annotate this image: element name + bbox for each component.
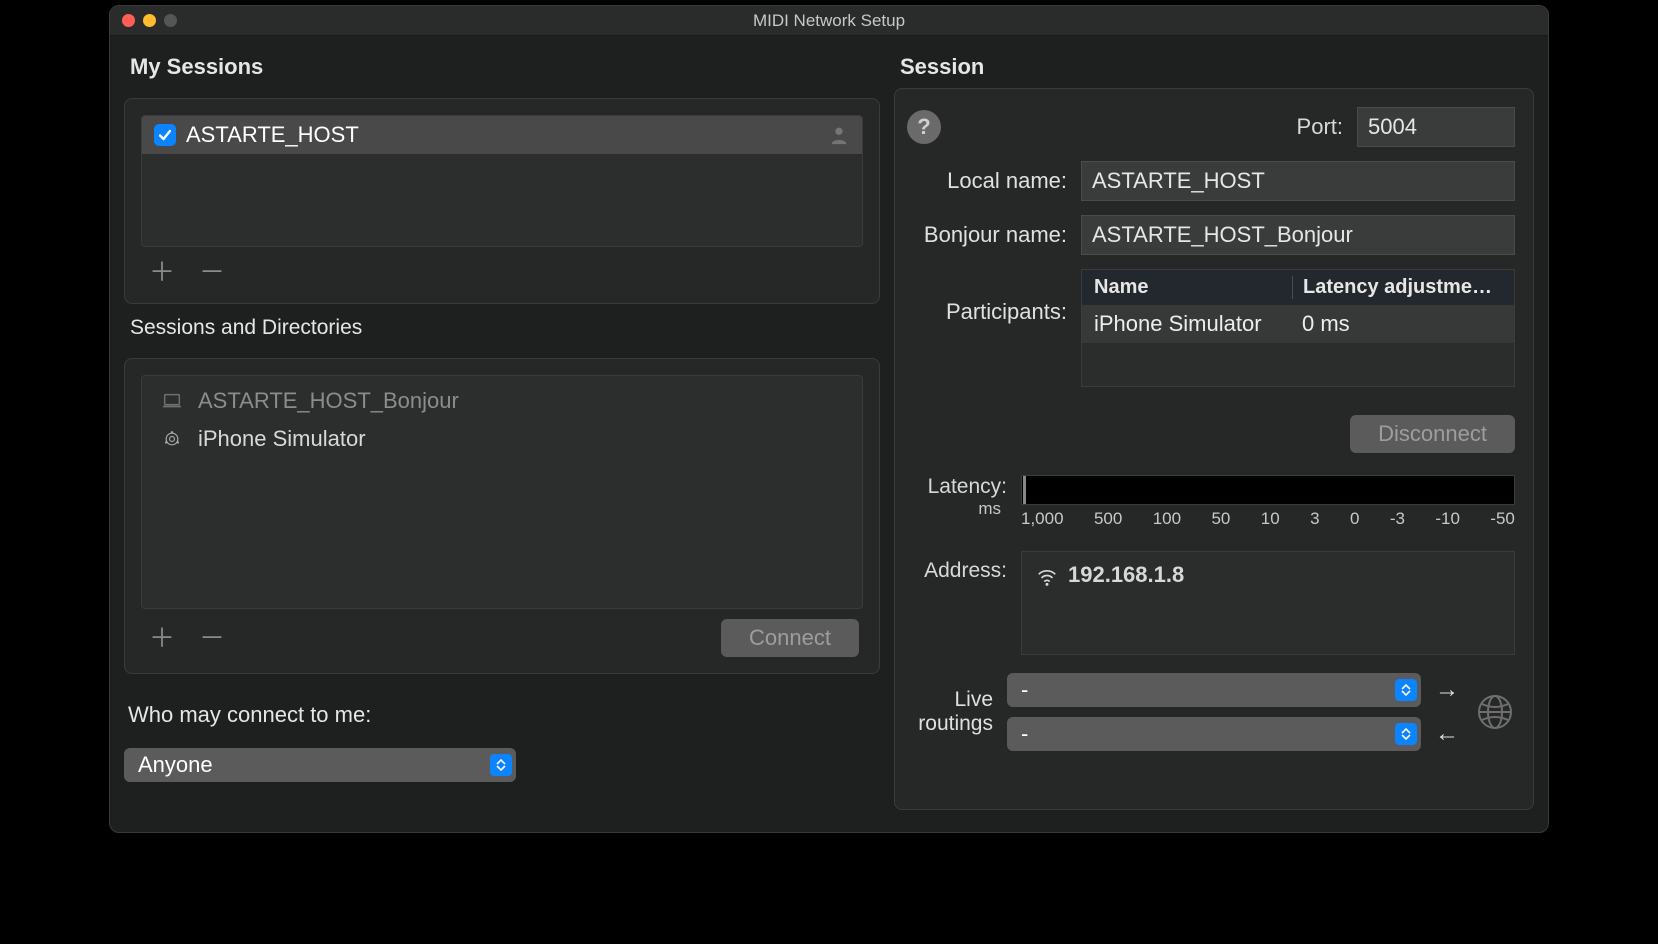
directory-name: ASTARTE_HOST_Bonjour — [198, 388, 459, 414]
participants-table: Name Latency adjustme… iPhone Simulator … — [1081, 269, 1515, 387]
participant-latency: 0 ms — [1292, 311, 1502, 337]
add-directory-button[interactable]: ＋ — [149, 625, 175, 651]
live-routings-label2: routings — [907, 712, 993, 736]
local-name-label: Local name: — [907, 168, 1067, 194]
port-input[interactable] — [1357, 107, 1515, 147]
titlebar: MIDI Network Setup — [110, 6, 1548, 36]
participant-row[interactable]: iPhone Simulator 0 ms — [1082, 305, 1514, 343]
address-label: Address: — [907, 551, 1007, 583]
bonjour-name-input[interactable] — [1081, 215, 1515, 255]
who-may-connect-select[interactable]: Anyone — [124, 748, 516, 782]
address-box: 192.168.1.8 — [1021, 551, 1515, 655]
live-routing-in-select[interactable]: - — [1007, 717, 1421, 751]
disconnect-button[interactable]: Disconnect — [1350, 415, 1515, 453]
latency-label: Latency: — [907, 475, 1007, 499]
participant-name: iPhone Simulator — [1094, 311, 1292, 337]
session-heading: Session — [894, 46, 1534, 88]
select-caret-icon — [1395, 679, 1417, 701]
zoom-window-button[interactable] — [164, 14, 177, 27]
sessions-list[interactable]: ASTARTE_HOST — [141, 115, 863, 247]
who-may-connect-value: Anyone — [138, 752, 213, 778]
participants-label: Participants: — [907, 269, 1067, 325]
wifi-icon — [1036, 566, 1058, 588]
select-caret-icon — [490, 754, 512, 776]
remove-directory-button[interactable]: － — [199, 625, 225, 651]
close-window-button[interactable] — [122, 14, 135, 27]
my-sessions-group: ASTARTE_HOST ＋ － — [124, 98, 880, 304]
directory-row[interactable]: iPhone Simulator — [142, 420, 862, 458]
session-enabled-checkbox[interactable] — [154, 124, 176, 146]
remove-session-button[interactable]: － — [199, 259, 225, 285]
bonjour-icon — [160, 429, 184, 449]
directory-name: iPhone Simulator — [198, 426, 366, 452]
directories-heading: Sessions and Directories — [124, 314, 880, 348]
person-icon — [828, 124, 850, 146]
directories-group: ASTARTE_HOST_Bonjour iPhone Simulator ＋ … — [124, 358, 880, 674]
help-button[interactable]: ? — [907, 110, 941, 144]
minimize-window-button[interactable] — [143, 14, 156, 27]
window-title: MIDI Network Setup — [110, 11, 1548, 31]
local-name-input[interactable] — [1081, 161, 1515, 201]
latency-slider[interactable] — [1021, 475, 1515, 505]
participants-name-header[interactable]: Name — [1094, 276, 1292, 299]
add-session-button[interactable]: ＋ — [149, 259, 175, 285]
laptop-icon — [160, 390, 184, 412]
globe-icon — [1475, 692, 1515, 732]
select-caret-icon — [1395, 723, 1417, 745]
participants-latency-header[interactable]: Latency adjustme… — [1292, 276, 1502, 299]
session-name: ASTARTE_HOST — [186, 122, 359, 148]
directories-list[interactable]: ASTARTE_HOST_Bonjour iPhone Simulator — [141, 375, 863, 609]
live-routings-label1: Live — [907, 688, 993, 712]
bonjour-name-label: Bonjour name: — [907, 222, 1067, 248]
arrow-left-icon: ← — [1433, 720, 1461, 748]
arrow-right-icon: → — [1433, 676, 1461, 704]
address-value: 192.168.1.8 — [1068, 562, 1184, 588]
connect-button[interactable]: Connect — [721, 619, 859, 657]
latency-ticks: 1,000 500 100 50 10 3 0 -3 -10 -50 — [1021, 505, 1515, 529]
directory-row[interactable]: ASTARTE_HOST_Bonjour — [142, 382, 862, 420]
midi-network-window: MIDI Network Setup My Sessions ASTARTE_H… — [109, 5, 1549, 833]
latency-ms-label: ms — [907, 499, 1007, 519]
my-sessions-heading: My Sessions — [124, 46, 880, 88]
session-group: ? Port: Local name: Bonjour name: Partic… — [894, 88, 1534, 810]
session-row[interactable]: ASTARTE_HOST — [142, 116, 862, 154]
who-may-connect-label: Who may connect to me: — [124, 684, 880, 738]
port-label: Port: — [1297, 114, 1343, 140]
live-routing-out-select[interactable]: - — [1007, 673, 1421, 707]
